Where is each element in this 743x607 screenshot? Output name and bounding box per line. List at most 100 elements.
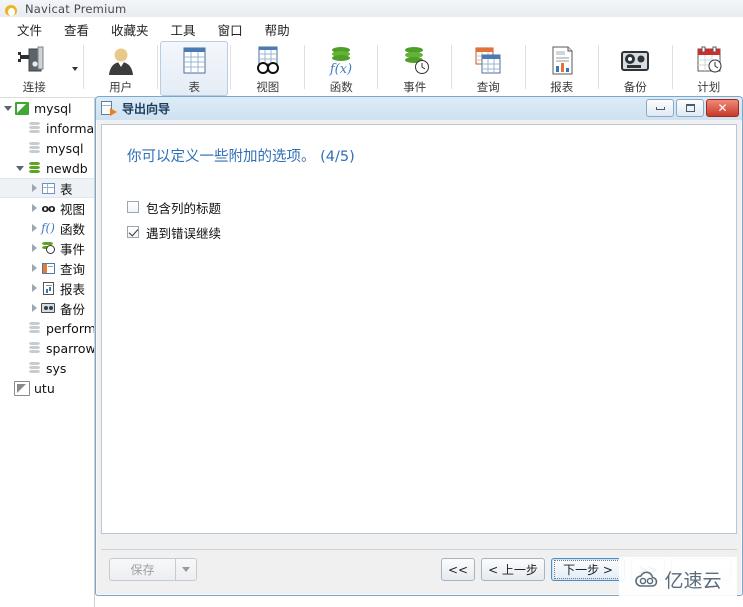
maximize-icon (685, 104, 695, 112)
tree-item-database-performance-schema[interactable]: performance_schema (0, 318, 94, 338)
tree-item-database-sparrow[interactable]: sparrow (0, 338, 94, 358)
tree-item-label: sys (46, 360, 67, 376)
tree-item-label: mysql (46, 140, 84, 156)
functions-folder-icon: f() (41, 221, 55, 235)
toolbar-separator (671, 45, 673, 89)
toolbar-label-view: 视图 (256, 80, 280, 94)
collapse-arrow-icon[interactable] (28, 218, 40, 238)
maximize-button[interactable] (676, 99, 704, 117)
app-titlebar: Navicat Premium (0, 0, 743, 17)
menu-tools[interactable]: 工具 (160, 18, 207, 41)
database-gray-icon (26, 120, 42, 136)
reports-folder-icon (40, 280, 56, 296)
toolbar-separator (598, 45, 600, 89)
next-step-label: 下一步 > (554, 560, 622, 579)
toolbar-label-backup: 备份 (623, 80, 647, 94)
save-split-button[interactable]: 保存 (109, 558, 197, 581)
expand-arrow-icon[interactable] (2, 98, 14, 118)
dialog-titlebar[interactable]: 导出向导 ✕ (96, 97, 742, 120)
tree-item-backups[interactable]: 备份 (0, 298, 94, 318)
tree-item-label: newdb (46, 160, 88, 176)
save-button[interactable]: 保存 (109, 558, 175, 581)
tree-item-label: 视图 (60, 201, 86, 217)
tree-item-label: 事件 (60, 241, 86, 257)
connection-dropdown-caret-icon[interactable] (69, 41, 82, 96)
minimize-icon (655, 106, 665, 110)
tree-item-views[interactable]: oo 视图 (0, 198, 94, 218)
toolbar-separator (377, 45, 379, 89)
next-step-button[interactable]: 下一步 > (551, 558, 625, 581)
navicat-connection-gray-icon (14, 380, 30, 396)
tree-item-label: utu (34, 380, 55, 396)
collapse-arrow-icon[interactable] (28, 298, 40, 318)
option-row-continue-on-error[interactable]: 遇到错误继续 (127, 221, 736, 243)
close-button[interactable]: ✕ (706, 99, 739, 117)
svg-text:f(x): f(x) (329, 62, 352, 76)
export-wizard-icon (101, 101, 117, 116)
menu-favorites[interactable]: 收藏夹 (100, 18, 160, 41)
minimize-button[interactable] (646, 99, 674, 117)
wizard-navigation-buttons: << < 上一步 下一步 > >> (441, 558, 731, 581)
menubar: 文件 查看 收藏夹 工具 窗口 帮助 (0, 17, 743, 41)
checkbox-include-column-titles[interactable] (127, 201, 139, 213)
collapse-arrow-icon[interactable] (28, 238, 40, 258)
toolbar-button-backup[interactable]: 备份 (601, 41, 670, 96)
user-icon (101, 45, 141, 77)
dialog-footer: 保存 << < 上一步 下一步 > >> (101, 549, 737, 589)
tree-item-label: 备份 (60, 301, 86, 317)
backups-folder-icon (40, 300, 56, 316)
database-gray-icon (26, 320, 42, 336)
tree-item-events[interactable]: 事件 (0, 238, 94, 258)
tree-item-tables[interactable]: 表 (0, 178, 94, 198)
function-icon: f(x) (321, 45, 361, 77)
option-row-include-column-titles[interactable]: 包含列的标题 (127, 196, 736, 218)
toolbar-button-report[interactable]: 报表 (528, 41, 597, 96)
connection-icon (14, 45, 54, 77)
menu-window[interactable]: 窗口 (207, 18, 254, 41)
expand-arrow-icon[interactable] (14, 158, 26, 178)
query-icon (468, 45, 508, 77)
toolbar-label-report: 报表 (550, 80, 574, 94)
toolbar-button-user[interactable]: 用户 (86, 41, 155, 96)
collapse-arrow-icon[interactable] (28, 198, 40, 218)
tree-item-database-mysql[interactable]: mysql (0, 138, 94, 158)
tree-item-database-newdb[interactable]: newdb (0, 158, 94, 178)
tree-item-label: 查询 (60, 261, 86, 277)
tree-item-label: mysql (34, 100, 72, 116)
first-step-button[interactable]: << (441, 558, 475, 581)
toolbar-button-event[interactable]: 事件 (380, 41, 449, 96)
tree-item-database-information-schema[interactable]: information_schema (0, 118, 94, 138)
tables-folder-icon (40, 180, 56, 196)
previous-step-button[interactable]: < 上一步 (481, 558, 545, 581)
views-folder-icon: oo (41, 201, 55, 215)
toolbar-label-schedule: 计划 (697, 80, 721, 94)
toolbar-button-query[interactable]: 查询 (454, 41, 523, 96)
backup-icon (615, 45, 655, 77)
checkbox-continue-on-error[interactable] (127, 226, 139, 238)
app-title: Navicat Premium (25, 1, 127, 16)
toolbar-button-table[interactable]: 表 (159, 41, 229, 96)
object-tree-sidebar[interactable]: mysql information_schema mysql newdb 表 (0, 98, 95, 607)
save-dropdown-button[interactable] (175, 558, 197, 581)
tree-item-queries[interactable]: 查询 (0, 258, 94, 278)
toolbar-button-schedule[interactable]: 计划 (675, 41, 743, 96)
collapse-arrow-icon[interactable] (28, 178, 40, 198)
menu-help[interactable]: 帮助 (254, 18, 301, 41)
application-window: Navicat Premium 文件 查看 收藏夹 工具 窗口 帮助 连接 用户… (0, 0, 743, 607)
tree-item-database-sys[interactable]: sys (0, 358, 94, 378)
export-wizard-dialog: 导出向导 ✕ 你可以定义一些附加的选项。 (4/5) 包含列的标题 遇到错误继续… (95, 96, 743, 596)
toolbar-button-connection[interactable]: 连接 (0, 41, 69, 96)
collapse-arrow-icon[interactable] (28, 278, 40, 298)
tree-item-connection-mysql[interactable]: mysql (0, 98, 94, 118)
last-step-button[interactable]: >> (631, 558, 665, 581)
tree-item-connection-utu[interactable]: utu (0, 378, 94, 398)
toolbar-button-function[interactable]: f(x) 函数 (307, 41, 376, 96)
menu-view[interactable]: 查看 (53, 18, 100, 41)
tree-item-functions[interactable]: f() 函数 (0, 218, 94, 238)
tree-item-reports[interactable]: 报表 (0, 278, 94, 298)
toolbar-button-view[interactable]: 视图 (233, 41, 302, 96)
dialog-close-button[interactable] (671, 558, 731, 581)
collapse-arrow-icon[interactable] (28, 258, 40, 278)
chevron-down-icon (182, 567, 190, 572)
menu-file[interactable]: 文件 (6, 18, 53, 41)
